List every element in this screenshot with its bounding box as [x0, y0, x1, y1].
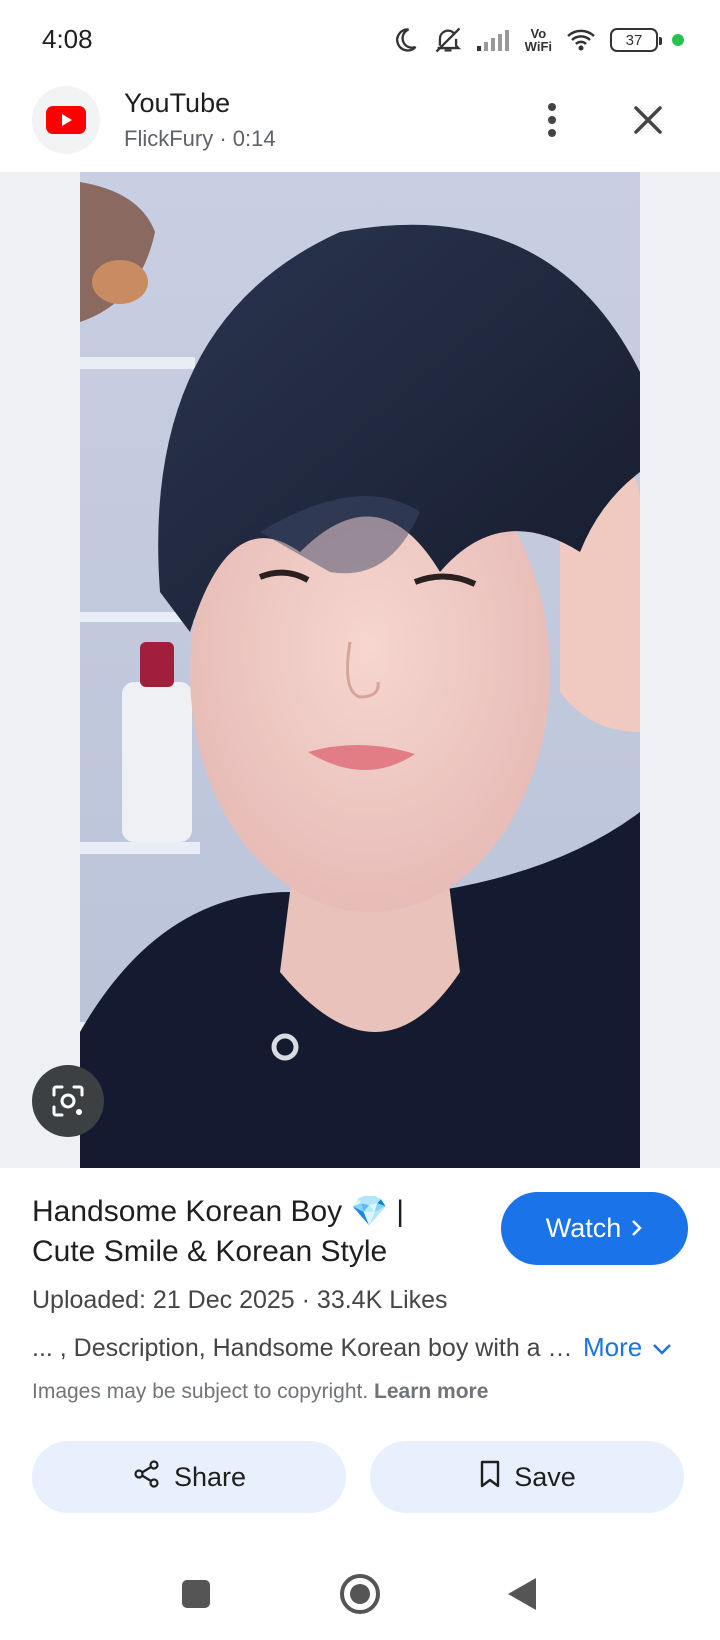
source-subtitle: FlickFury · 0:14: [124, 126, 276, 151]
wifi-icon: [566, 28, 596, 52]
save-button[interactable]: Save: [370, 1441, 684, 1513]
vowifi-icon: Vo WiFi: [525, 27, 552, 53]
watch-label: Watch: [545, 1213, 622, 1243]
home-circle-icon[interactable]: [335, 1569, 385, 1619]
description-text: ... , Description, Handsome Korean boy w…: [32, 1334, 574, 1362]
status-time: 4:08: [42, 24, 93, 54]
battery-icon: 37: [610, 28, 662, 52]
copyright-notice: Images may be subject to copyright. Lear…: [32, 1380, 488, 1404]
image-preview-area: [0, 172, 720, 1168]
moon-icon: [391, 26, 419, 54]
status-icons: Vo WiFi 37: [391, 22, 684, 58]
share-label: Share: [173, 1461, 247, 1492]
google-lens-icon[interactable]: [32, 1065, 104, 1137]
more-vert-icon[interactable]: [534, 98, 570, 142]
recents-square-icon[interactable]: [171, 1569, 221, 1619]
save-label: Save: [514, 1461, 576, 1492]
signal-icon: [476, 28, 511, 52]
upload-meta: Uploaded: 21 Dec 2025 · 33.4K Likes: [32, 1286, 448, 1314]
bookmark-icon: [478, 1459, 502, 1496]
copyright-text: Images may be subject to copyright.: [32, 1380, 369, 1403]
app-name: YouTube: [124, 88, 231, 118]
preview-photo[interactable]: [80, 172, 640, 1168]
vowifi-line2: WiFi: [524, 39, 552, 54]
result-title: Handsome Korean Boy 💎 | Cute Smile & Kor…: [32, 1195, 404, 1268]
watch-button[interactable]: Watch: [501, 1192, 688, 1265]
navigation-bar: [0, 1555, 720, 1640]
more-link[interactable]: More: [583, 1332, 672, 1363]
more-label: More: [583, 1332, 643, 1362]
chevron-right-icon: [631, 1213, 643, 1244]
bell-off-icon: [433, 26, 463, 54]
close-icon[interactable]: [626, 98, 670, 142]
photo-illustration: [80, 172, 640, 1168]
back-triangle-icon[interactable]: [497, 1569, 547, 1619]
learn-more-link[interactable]: Learn more: [374, 1380, 488, 1403]
green-dot: [672, 34, 684, 46]
share-button[interactable]: Share: [32, 1441, 346, 1513]
status-bar: 4:08 Vo WiFi 37: [0, 0, 720, 80]
share-icon: [132, 1459, 162, 1496]
youtube-logo-icon: [32, 86, 100, 154]
chevron-down-icon: [652, 1332, 672, 1363]
header: YouTube FlickFury · 0:14: [0, 80, 720, 172]
